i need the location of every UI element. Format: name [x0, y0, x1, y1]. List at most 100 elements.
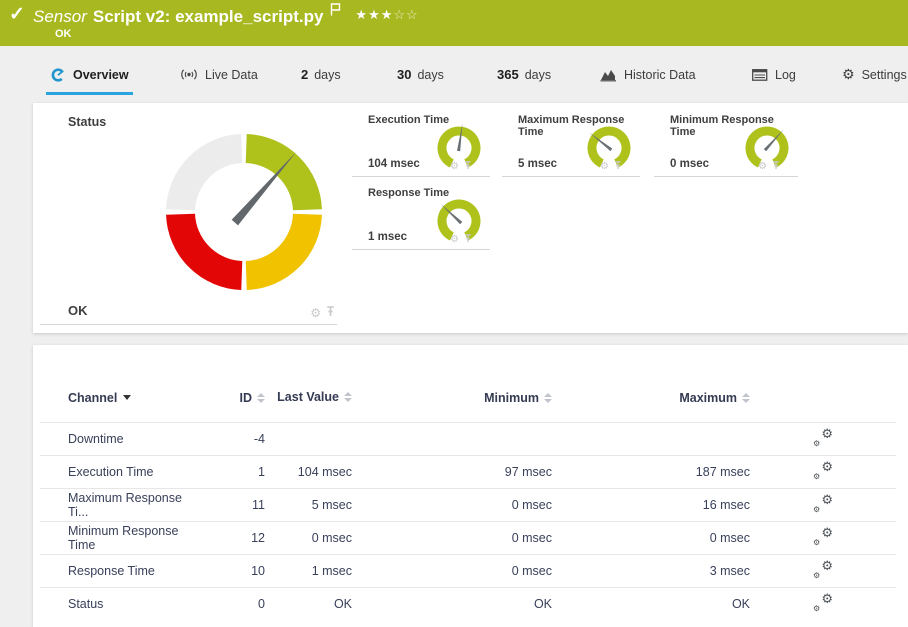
panel-gear-icon[interactable]: ⚙ [450, 162, 459, 172]
broadcast-icon [180, 68, 198, 81]
channel-settings-icon[interactable]: ⚙⚙ [813, 429, 833, 446]
tab-30-days[interactable]: 30 days [393, 62, 448, 95]
tab-365-days-label: days [525, 68, 551, 82]
cell-channel: Execution Time [40, 455, 190, 488]
sort-icon [257, 393, 265, 403]
cell-minimum [352, 422, 552, 455]
tab-settings[interactable]: ⚙ Settings [838, 62, 908, 95]
status-ok-check-icon: ✓ [9, 3, 25, 26]
cell-id: 10 [190, 554, 265, 587]
sensor-title: Script v2: example_script.py [93, 7, 324, 26]
cell-channel: Status [40, 587, 190, 620]
header-id-label: ID [240, 391, 253, 405]
channel-settings-icon[interactable]: ⚙⚙ [813, 594, 833, 611]
panel-gear-icon[interactable]: ⚙ [600, 162, 609, 172]
panel-tools: ⚙ [600, 161, 622, 173]
cell-maximum: 187 msec [552, 455, 750, 488]
tab-2-days-label: days [314, 68, 340, 82]
gauge-icon [50, 67, 66, 82]
cell-channel: Maximum Response Ti... [40, 488, 190, 521]
maximum-response-time-value: 5 msec [518, 158, 557, 170]
panel-pin-icon[interactable] [326, 306, 335, 319]
response-time-panel: Response Time 1 msec ⚙ [352, 176, 490, 250]
overview-gauges-card: Status OK ⚙ Execution Time 104 msec ⚙ [33, 103, 908, 333]
panel-gear-icon[interactable]: ⚙ [758, 162, 767, 172]
sensor-status-text: OK [55, 28, 72, 40]
gear-icon: ⚙ [842, 68, 855, 82]
log-list-icon [752, 69, 768, 81]
cell-maximum: OK [552, 587, 750, 620]
channel-settings-icon[interactable]: ⚙⚙ [813, 462, 833, 479]
tab-historic-data-label: Historic Data [624, 68, 696, 82]
stars-empty[interactable]: ☆☆ [393, 7, 418, 22]
sort-icon [742, 393, 750, 403]
tab-2-days[interactable]: 2 days [297, 62, 345, 95]
cell-last-value: OK [265, 587, 352, 620]
status-panel-value: OK [68, 303, 88, 318]
panel-pin-icon[interactable] [464, 161, 472, 173]
panel-gear-icon[interactable]: ⚙ [310, 307, 321, 319]
tab-overview[interactable]: Overview [46, 62, 133, 95]
tab-log-label: Log [775, 68, 796, 82]
panel-pin-icon[interactable] [464, 234, 472, 246]
panel-gear-icon[interactable]: ⚙ [450, 235, 459, 245]
cell-minimum: 0 msec [352, 521, 552, 554]
tab-30-days-number: 30 [397, 67, 411, 82]
cell-minimum: 97 msec [352, 455, 552, 488]
cell-last-value: 104 msec [265, 455, 352, 488]
panel-tools: ⚙ [758, 161, 780, 173]
header-id[interactable]: ID [190, 375, 265, 422]
priority-stars[interactable]: ★★★☆☆ [355, 7, 418, 22]
response-time-value: 1 msec [368, 231, 407, 243]
channel-settings-icon[interactable]: ⚙⚙ [813, 495, 833, 512]
execution-time-panel: Execution Time 104 msec ⚙ [352, 103, 490, 177]
tab-365-days-number: 365 [497, 67, 519, 82]
header-channel-label: Channel [68, 391, 117, 405]
panel-tools: ⚙ [450, 161, 472, 173]
header-last-value[interactable]: Last Value [265, 375, 352, 422]
tab-live-data[interactable]: Live Data [176, 62, 262, 95]
cell-id: 1 [190, 455, 265, 488]
sort-icon [544, 393, 552, 403]
status-panel-title: Status [68, 115, 106, 129]
cell-last-value: 5 msec [265, 488, 352, 521]
header-minimum[interactable]: Minimum [352, 375, 552, 422]
status-gauge-panel: Status OK ⚙ [40, 103, 337, 333]
status-gauge [159, 127, 329, 297]
channels-table-card: Channel ID Last Value Minimum Maximum [33, 345, 908, 627]
execution-time-value: 104 msec [368, 158, 420, 170]
cell-minimum: OK [352, 587, 552, 620]
cell-last-value: 1 msec [265, 554, 352, 587]
panel-tools: ⚙ [450, 234, 472, 246]
channel-settings-icon[interactable]: ⚙⚙ [813, 561, 833, 578]
cell-id: 0 [190, 587, 265, 620]
stars-filled[interactable]: ★★★ [355, 7, 393, 22]
area-chart-icon [600, 68, 617, 82]
panel-pin-icon[interactable] [614, 161, 622, 173]
cell-last-value: 0 msec [265, 521, 352, 554]
panel-underline [40, 324, 337, 325]
sensor-header: ✓ SensorScript v2: example_script.py★★★☆… [0, 0, 908, 46]
cell-id: 11 [190, 488, 265, 521]
channels-table: Channel ID Last Value Minimum Maximum [40, 375, 896, 620]
tab-historic-data[interactable]: Historic Data [596, 62, 700, 95]
tab-log[interactable]: Log [748, 62, 800, 95]
cell-last-value [265, 422, 352, 455]
table-row: Response Time 10 1 msec 0 msec 3 msec ⚙⚙ [40, 554, 896, 587]
tab-30-days-label: days [417, 68, 443, 82]
header-last-value-label: Last Value [277, 390, 339, 404]
table-row: Maximum Response Ti... 11 5 msec 0 msec … [40, 488, 896, 521]
header-channel[interactable]: Channel [40, 375, 190, 422]
priority-flag-icon[interactable] [330, 3, 341, 21]
cell-channel: Response Time [40, 554, 190, 587]
status-panel-tools: ⚙ [310, 306, 335, 319]
cell-maximum: 3 msec [552, 554, 750, 587]
header-maximum-label: Maximum [679, 391, 737, 405]
panel-pin-icon[interactable] [772, 161, 780, 173]
header-maximum[interactable]: Maximum [552, 375, 750, 422]
channel-settings-icon[interactable]: ⚙⚙ [813, 528, 833, 545]
tab-settings-label: Settings [862, 68, 907, 82]
cell-id: 12 [190, 521, 265, 554]
tab-365-days[interactable]: 365 days [493, 62, 555, 95]
table-row: Downtime -4 ⚙⚙ [40, 422, 896, 455]
